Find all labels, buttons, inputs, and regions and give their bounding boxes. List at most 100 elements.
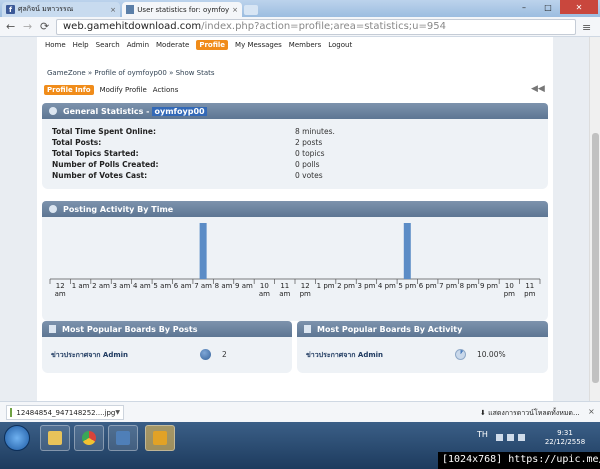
folder-icon (48, 431, 62, 445)
scrollbar-thumb[interactable] (592, 133, 599, 383)
stat-label: Total Posts: (52, 138, 102, 147)
close-window-button[interactable]: ✕ (560, 0, 598, 14)
stat-value: 2 posts (295, 138, 323, 147)
stat-value: 0 polls (295, 160, 320, 169)
collapse-icon[interactable]: ◀◀ (531, 84, 545, 94)
tab-close-icon[interactable]: × (229, 6, 238, 14)
network-icon[interactable] (507, 434, 514, 441)
hour-label: 11 (525, 282, 534, 290)
stat-value: 8 minutes. (295, 127, 335, 136)
page-scrollbar[interactable] (589, 37, 600, 401)
watermark: [1024x768] https://upic.me/ (438, 452, 600, 469)
menu-moderate[interactable]: Moderate (156, 41, 189, 49)
clock-time: 9:31 (557, 429, 573, 437)
app-icon (116, 431, 130, 445)
paint-icon (153, 431, 167, 445)
menu-help[interactable]: Help (73, 41, 89, 49)
forum-main-menu: Home Help Search Admin Moderate Profile … (45, 39, 359, 51)
activity-pie-icon (455, 349, 466, 360)
taskbar-app[interactable] (108, 425, 138, 451)
menu-search[interactable]: Search (96, 41, 120, 49)
taskbar-clock[interactable]: 9:31 22/12/2558 (540, 429, 590, 447)
board-post-count: 2 (222, 350, 227, 359)
tab-close-icon[interactable]: × (107, 6, 116, 14)
minimize-button[interactable]: – (512, 0, 536, 14)
forward-arrow-icon[interactable]: → (23, 20, 32, 33)
language-indicator[interactable]: TH (477, 430, 488, 439)
hour-label: 5 am (153, 282, 171, 290)
image-file-icon (10, 408, 13, 417)
menu-admin[interactable]: Admin (127, 41, 149, 49)
board-activity-percent: 10.00% (477, 350, 506, 359)
subtab-actions[interactable]: Actions (153, 86, 179, 94)
browser-menu-icon[interactable]: ≡ (582, 21, 591, 34)
taskbar-chrome[interactable] (74, 425, 104, 451)
start-button[interactable] (4, 425, 30, 451)
hour-label: 6 pm (419, 282, 437, 290)
breadcrumb[interactable]: GameZone » Profile of oymfoyp00 » Show S… (47, 69, 215, 77)
menu-my-messages[interactable]: My Messages (235, 41, 282, 49)
download-item[interactable]: 12484854_947148252....jpg ▼ (6, 405, 124, 420)
stats-icon (49, 107, 57, 115)
taskbar-app-active[interactable] (145, 425, 175, 451)
hour-label: 5 pm (398, 282, 416, 290)
popular-by-activity-title: Most Popular Boards By Activity (317, 324, 463, 334)
board-link[interactable]: ข่าวประกาศจาก Admin (306, 350, 383, 361)
tab-title: ศุลกิจน์ มหาวรรณ (18, 5, 74, 13)
browser-tab-stats[interactable]: User statistics for: oymfoy × (122, 2, 242, 17)
browser-tab-facebook[interactable]: f ศุลกิจน์ มหาวรรณ × (2, 2, 120, 17)
hour-label: pm (504, 290, 515, 298)
menu-members[interactable]: Members (289, 41, 321, 49)
hour-label: 10 (505, 282, 514, 290)
menu-home[interactable]: Home (45, 41, 66, 49)
download-filename: 12484854_947148252....jpg (16, 408, 116, 417)
maximize-button[interactable]: □ (536, 0, 560, 14)
tab-title: User statistics for: oymfoy (137, 5, 230, 14)
facebook-icon: f (6, 5, 15, 14)
menu-profile[interactable]: Profile (196, 40, 229, 50)
hour-label: pm (524, 290, 535, 298)
download-arrow-icon: ⬇ (480, 409, 489, 417)
popular-by-posts-header: Most Popular Boards By Posts (42, 321, 292, 337)
hour-label: 11 (280, 282, 289, 290)
hour-label: 4 am (133, 282, 151, 290)
hour-label: 8 am (215, 282, 233, 290)
profile-subtabs: Profile Info Modify Profile Actions (44, 85, 184, 95)
subtab-profile-info[interactable]: Profile Info (44, 85, 94, 95)
stat-label: Total Topics Started: (52, 149, 139, 158)
document-icon (49, 325, 56, 333)
posts-bar-icon (200, 349, 211, 360)
close-download-bar-icon[interactable]: × (588, 407, 595, 416)
hour-label: 1 pm (317, 282, 335, 290)
stat-label: Total Time Spent Online: (52, 127, 156, 136)
browser-title-bar: f ศุลกิจน์ มหาวรรณ × User statistics for… (0, 0, 600, 17)
stat-value: 0 topics (295, 149, 325, 158)
posting-activity-title: Posting Activity By Time (63, 204, 174, 214)
hour-label: am (259, 290, 270, 298)
tray-up-icon[interactable] (496, 434, 503, 441)
show-all-downloads-link[interactable]: ⬇ แสดงการดาวน์โหลดทั้งหมด... (480, 408, 580, 419)
board-link[interactable]: ข่าวประกาศจาก Admin (51, 350, 128, 361)
taskbar-explorer[interactable] (40, 425, 70, 451)
stat-label: Number of Votes Cast: (52, 171, 148, 180)
back-arrow-icon[interactable]: ← (6, 20, 15, 33)
stat-label: Number of Polls Created: (52, 160, 159, 169)
subtab-modify-profile[interactable]: Modify Profile (100, 86, 147, 94)
activity-bar (199, 223, 207, 279)
reload-icon[interactable]: ⟳ (40, 20, 49, 33)
chevron-down-icon[interactable]: ▼ (115, 409, 120, 416)
menu-logout[interactable]: Logout (328, 41, 352, 49)
popular-by-posts-title: Most Popular Boards By Posts (62, 324, 198, 334)
volume-icon[interactable] (518, 434, 525, 441)
hour-label: 2 am (92, 282, 110, 290)
browser-toolbar: ← → ⟳ web.gamehitdownload.com/index.php?… (0, 17, 600, 37)
hour-label: 10 (260, 282, 269, 290)
new-tab-button[interactable] (244, 5, 258, 15)
clock-date: 22/12/2558 (544, 438, 586, 446)
address-path: /index.php?action=profile;area=statistic… (201, 21, 446, 32)
chrome-icon (82, 431, 96, 445)
general-stats-header: General Statistics - oymfoyp00 (42, 103, 548, 119)
address-bar[interactable]: web.gamehitdownload.com/index.php?action… (56, 19, 576, 35)
hour-label: 3 pm (357, 282, 375, 290)
posting-activity-chart: 12am1 am 2 am 3 am 4 am 5 am 6 am 7 am 8 am 9 am… (49, 223, 541, 298)
